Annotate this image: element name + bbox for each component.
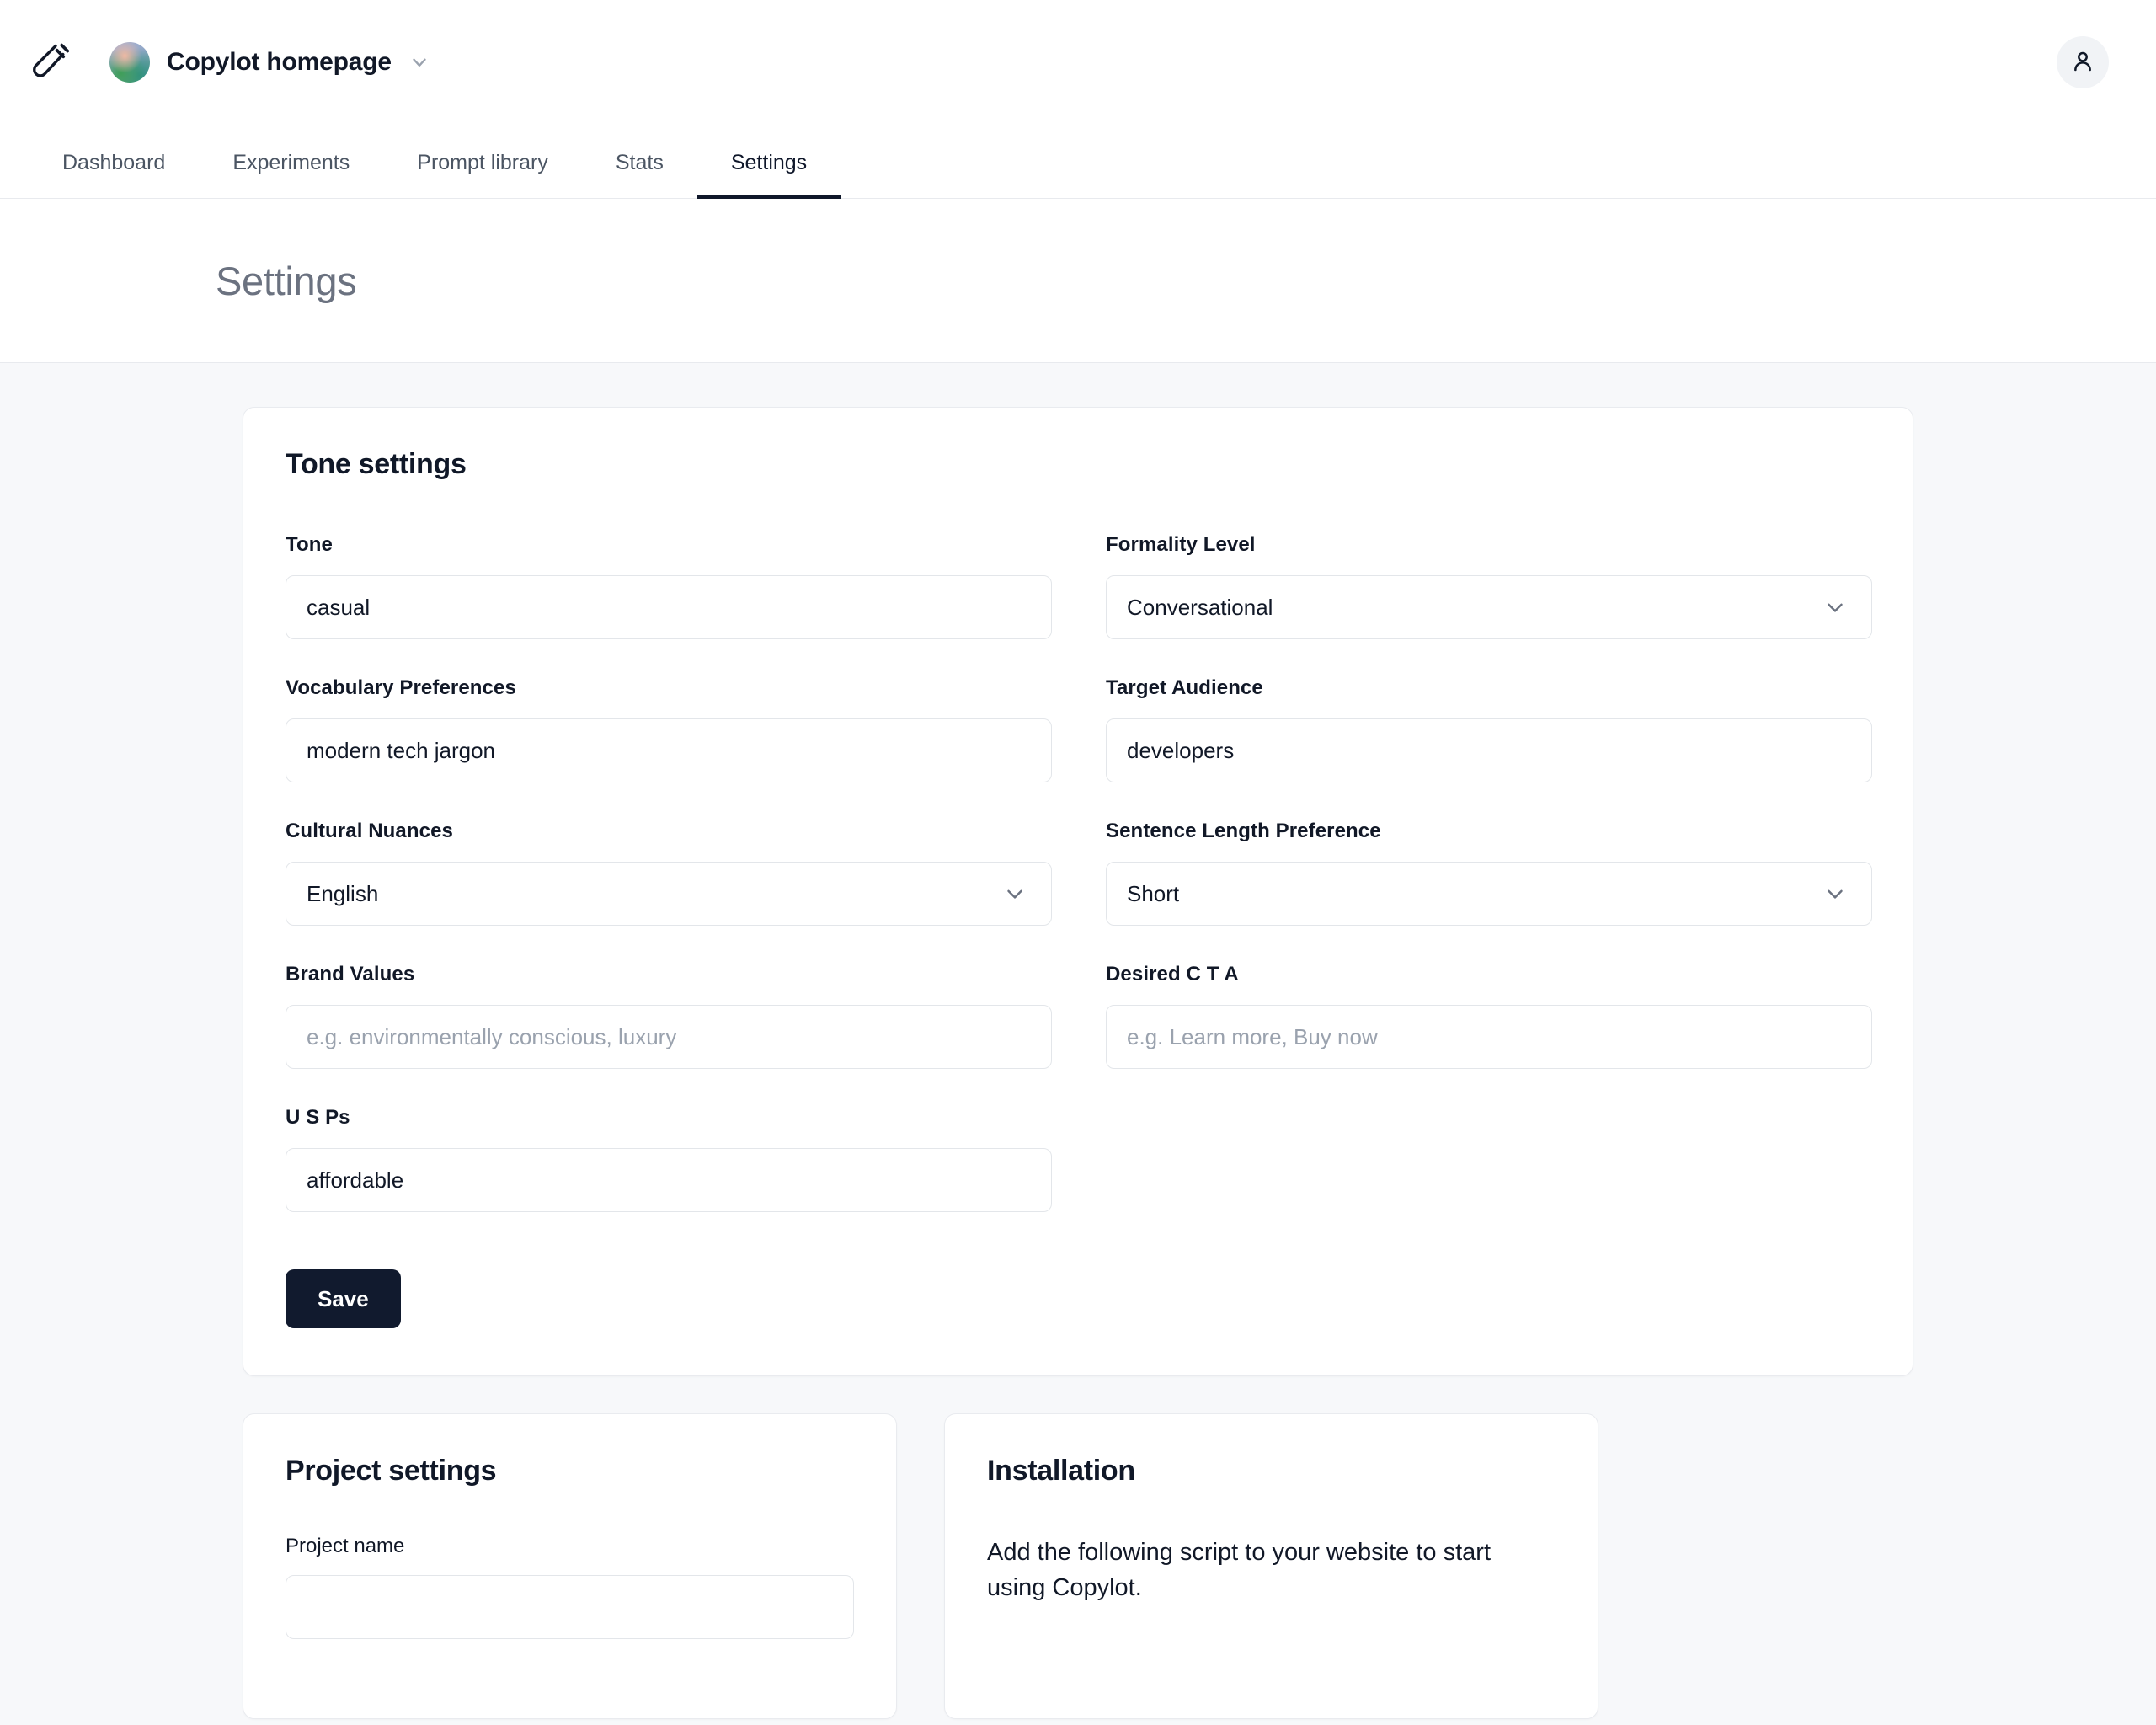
field-usps: U S Ps <box>286 1106 1052 1212</box>
chevron-down-icon <box>1002 881 1027 906</box>
control-target-audience <box>1106 718 1872 782</box>
tab-dashboard[interactable]: Dashboard <box>29 152 199 199</box>
control-desired-cta <box>1106 1005 1872 1069</box>
save-button[interactable]: Save <box>286 1269 401 1328</box>
field-label-project-name: Project name <box>286 1535 854 1558</box>
field-formality-level: Formality Level Conversational <box>1106 533 1872 639</box>
app-header: Copylot homepage Dashboard Experiments P… <box>0 0 2156 199</box>
field-label-formality-level: Formality Level <box>1106 533 1872 557</box>
project-settings-title: Project settings <box>286 1455 854 1487</box>
vocabulary-preferences-input[interactable] <box>286 718 1052 782</box>
installation-card: Installation Add the following script to… <box>944 1413 1598 1719</box>
sentence-length-preference-value: Short <box>1127 881 1179 907</box>
control-sentence-length-preference: Short <box>1106 862 1872 926</box>
field-cultural-nuances: Cultural Nuances English <box>286 820 1052 926</box>
field-label-usps: U S Ps <box>286 1106 1052 1130</box>
target-audience-input[interactable] <box>1106 718 1872 782</box>
formality-level-select[interactable]: Conversational <box>1106 575 1872 639</box>
cultural-nuances-value: English <box>307 881 378 907</box>
installation-description: Add the following script to your website… <box>987 1535 1556 1605</box>
tab-experiments[interactable]: Experiments <box>199 152 383 199</box>
project-settings-card: Project settings Project name <box>243 1413 897 1719</box>
person-icon <box>2069 48 2096 77</box>
field-label-tone: Tone <box>286 533 1052 557</box>
cultural-nuances-select[interactable]: English <box>286 862 1052 926</box>
field-vocabulary-preferences: Vocabulary Preferences <box>286 676 1052 782</box>
bottom-cards-row: Project settings Project name Installati… <box>243 1413 1913 1725</box>
control-cultural-nuances: English <box>286 862 1052 926</box>
project-name-label: Copylot homepage <box>167 48 392 77</box>
formality-level-value: Conversational <box>1127 595 1273 621</box>
field-sentence-length-preference: Sentence Length Preference Short <box>1106 820 1872 926</box>
project-avatar <box>109 42 150 83</box>
page-title: Settings <box>216 258 356 304</box>
field-label-desired-cta: Desired C T A <box>1106 963 1872 986</box>
field-label-cultural-nuances: Cultural Nuances <box>286 820 1052 843</box>
page-title-band: Settings <box>0 199 2156 363</box>
tone-settings-form: Tone Formality Level Conversational <box>286 533 1870 1249</box>
tone-settings-card: Tone settings Tone Formality Level Conve… <box>243 407 1913 1376</box>
installation-title: Installation <box>987 1455 1556 1487</box>
field-target-audience: Target Audience <box>1106 676 1872 782</box>
field-label-sentence-length-preference: Sentence Length Preference <box>1106 820 1872 843</box>
tab-stats[interactable]: Stats <box>582 152 697 199</box>
usps-input[interactable] <box>286 1148 1052 1212</box>
sentence-length-preference-select[interactable]: Short <box>1106 862 1872 926</box>
content-container: Tone settings Tone Formality Level Conve… <box>243 407 1913 1725</box>
test-tube-icon[interactable] <box>29 39 76 86</box>
project-switcher[interactable]: Copylot homepage <box>101 35 439 89</box>
field-tone: Tone <box>286 533 1052 639</box>
desired-cta-input[interactable] <box>1106 1005 1872 1069</box>
control-formality-level: Conversational <box>1106 575 1872 639</box>
page-body: Tone settings Tone Formality Level Conve… <box>0 363 2156 1725</box>
header-top-bar: Copylot homepage <box>0 0 2156 125</box>
field-brand-values: Brand Values <box>286 963 1052 1069</box>
primary-navigation: Dashboard Experiments Prompt library Sta… <box>0 125 2156 198</box>
control-usps <box>286 1148 1052 1212</box>
account-menu-button[interactable] <box>2057 36 2109 88</box>
field-label-target-audience: Target Audience <box>1106 676 1872 700</box>
tone-input[interactable] <box>286 575 1052 639</box>
control-vocabulary-preferences <box>286 718 1052 782</box>
project-name-input[interactable] <box>286 1575 854 1639</box>
field-label-vocabulary-preferences: Vocabulary Preferences <box>286 676 1052 700</box>
control-tone <box>286 575 1052 639</box>
brand-values-input[interactable] <box>286 1005 1052 1069</box>
control-project-name <box>286 1575 854 1639</box>
tone-settings-title: Tone settings <box>286 448 1870 481</box>
field-project-name: Project name <box>286 1535 854 1639</box>
control-brand-values <box>286 1005 1052 1069</box>
field-label-brand-values: Brand Values <box>286 963 1052 986</box>
tab-prompt-library[interactable]: Prompt library <box>383 152 582 199</box>
tab-settings[interactable]: Settings <box>697 152 841 199</box>
chevron-down-icon <box>408 51 430 73</box>
chevron-down-icon <box>1822 595 1848 620</box>
field-desired-cta: Desired C T A <box>1106 963 1872 1069</box>
chevron-down-icon <box>1822 881 1848 906</box>
